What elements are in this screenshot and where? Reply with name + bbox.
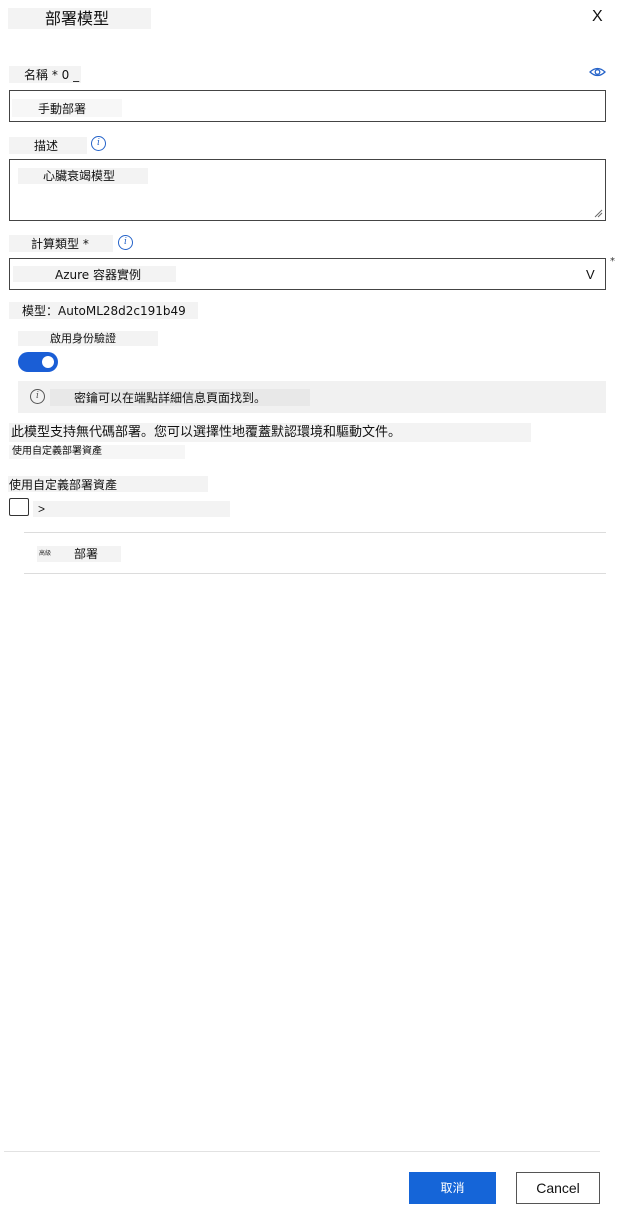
divider-bottom [24,573,606,574]
section-label: 部署 [74,547,99,561]
chevron-down-icon[interactable]: V [586,267,595,283]
divider-top [24,532,606,533]
deploy-section-row[interactable]: 高級 部署 [37,546,121,562]
name-input[interactable]: 手動部署 [9,90,606,122]
no-code-description: 此模型支持無代碼部署。您可以選擇性地覆蓋默認環境和驅動文件。 [11,425,402,440]
chevron-right-icon: > [38,502,46,516]
footer-divider [4,1151,600,1152]
cancel-button[interactable]: Cancel [516,1172,600,1204]
description-label: 描述 [9,137,87,154]
description-info-icon[interactable]: i [91,136,106,151]
custom-assets-label: 使用自定義部署資產 [9,478,118,492]
custom-assets-checkbox[interactable] [9,498,29,516]
name-label: 名稱 * 0 _ [9,66,81,83]
required-mark: * [610,256,615,267]
info-bar-text: 密鑰可以在端點詳細信息頁面找到。 [74,391,267,405]
auth-toggle[interactable] [18,352,58,372]
section-prefix: 高級 [39,550,52,557]
auth-label: 啟用身份驗證 [18,331,158,346]
description-textarea-value: 心臟衰竭模型 [43,169,116,183]
toggle-knob [42,356,54,368]
panel-title: 部署模型 [8,8,151,29]
name-input-value: 手動部署 [38,102,87,116]
eye-icon[interactable] [589,66,606,78]
info-icon: i [30,389,45,404]
compute-type-label: 計算類型 * [9,235,113,252]
description-textarea[interactable]: 心臟衰竭模型 [9,159,606,221]
resize-handle-icon[interactable] [594,209,603,218]
advanced-row[interactable]: > [33,501,230,517]
compute-type-info-icon[interactable]: i [118,235,133,250]
compute-type-value: Azure 容器實例 [55,268,141,282]
model-name-text: 模型：AutoML28d2c191b49 [9,302,198,319]
close-button[interactable]: X [592,8,608,26]
compute-type-select[interactable]: Azure 容器實例 V [9,258,606,290]
info-bar: i 密鑰可以在端點詳細信息頁面找到。 [18,381,606,413]
deploy-button[interactable]: 取消 [409,1172,496,1204]
custom-assets-small-text: 使用自定義部署資產 [12,446,102,457]
